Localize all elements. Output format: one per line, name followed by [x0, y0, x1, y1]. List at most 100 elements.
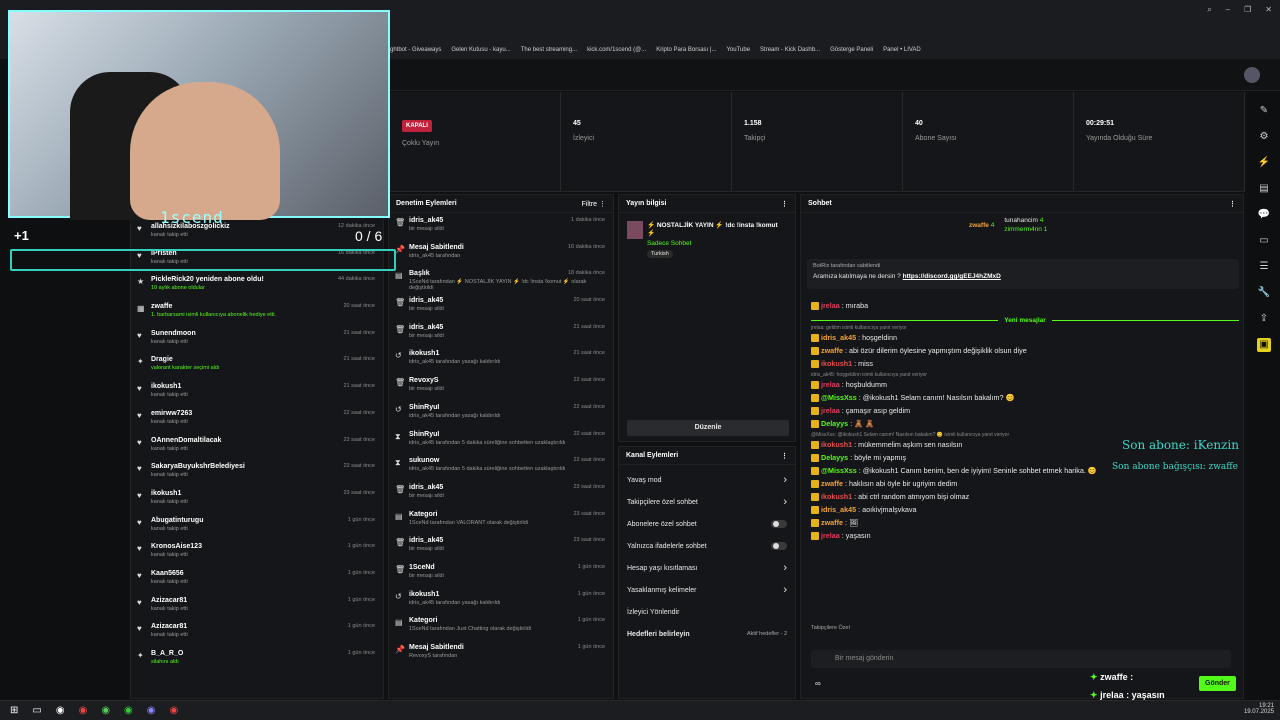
list-item[interactable]: 🗑 1SceNd bir mesajı sildi 1 gün önce: [389, 560, 613, 587]
chat-message[interactable]: jrelaa: çamaşır asıp geldim: [811, 404, 1239, 417]
chat-username[interactable]: jrelaa: [821, 301, 840, 310]
app-icon[interactable]: ◉: [170, 705, 179, 716]
clock[interactable]: 19:21 19.07.2025: [1244, 703, 1274, 715]
list-item[interactable]: ✦ B_A_R_O silahını aldı 1 gün önce: [131, 646, 383, 673]
list-item[interactable]: ▤ Başlık 1SceNd tarafından ⚡ NOSTALJİK YAY…: [389, 266, 613, 293]
share-icon[interactable]: ⇪: [1257, 312, 1271, 326]
list-icon[interactable]: ☰: [1257, 260, 1271, 274]
settings-icon[interactable]: ⚙: [1257, 130, 1271, 144]
points-indicator[interactable]: ∞: [815, 679, 821, 688]
taskbar-apps[interactable]: ⊞ ▭ ◉ ◉ ◉ ◉ ◉ ◉: [10, 705, 178, 716]
channel-action-item[interactable]: Takipçilere özel sohbet ›: [619, 491, 795, 513]
list-item[interactable]: ▤ Kategori 1SceNd tarafından Just Chatting…: [389, 613, 613, 640]
chat-username[interactable]: jrelaa: [821, 531, 840, 540]
list-item[interactable]: ⧗ sukunow idris_ak45 tarafından 5 dakika s…: [389, 453, 613, 480]
channel-action-item[interactable]: Hedefleri belirleyin Aktif hedefler - 2: [619, 623, 795, 645]
chat-username[interactable]: ikokush1: [821, 359, 852, 368]
bookmark-item[interactable]: ghtbot - Giveaways: [390, 47, 441, 53]
bolt-icon[interactable]: ⚡: [1257, 156, 1271, 170]
doc-icon[interactable]: ▤: [1257, 182, 1271, 196]
chat-message[interactable]: jrelaa: hoşbuldumm: [811, 378, 1239, 391]
bookmark-item[interactable]: Stream - Kick Dashb...: [760, 47, 820, 53]
list-item[interactable]: ♥ Abugatinturugu kanalı takip etti 1 gün ön…: [131, 513, 383, 540]
list-item[interactable]: ♥ SakaryaBuyukshrBelediyesi kanalı takip e…: [131, 459, 383, 486]
chat-message[interactable]: jrelaa: yaşasın: [811, 529, 1239, 542]
app-icon[interactable]: ◉: [147, 705, 156, 716]
list-item[interactable]: 📌 Mesaj Sabitlendi idris_ak45 tarafından 16…: [389, 240, 613, 267]
folder-icon[interactable]: ▭: [32, 705, 41, 716]
chat-username[interactable]: ikokush1: [821, 492, 852, 501]
list-item[interactable]: ✦ Dragie valorant karakter seçimi aldı 21 s…: [131, 352, 383, 379]
list-item[interactable]: ★ PickleRick20 yeniden abone oldu! 10 aylı…: [131, 272, 383, 299]
list-item[interactable]: ♥ ikokush1 kanalı takip etti 23 saat önce: [131, 486, 383, 513]
chat-username[interactable]: zwaffe: [821, 479, 843, 488]
chat-username[interactable]: jrelaa: [821, 380, 840, 389]
list-item[interactable]: 🗑 idris_ak45 bir mesajı sildi 23 saat önce: [389, 480, 613, 507]
channel-action-item[interactable]: Yalnızca ifadelerle sohbet: [619, 535, 795, 557]
chat-message[interactable]: ikokush1: abi ctrl random atmıyom bişi ol…: [811, 490, 1239, 503]
chat-username[interactable]: zwaffe: [821, 518, 843, 527]
chat-username[interactable]: Delayys: [821, 453, 848, 462]
avatar[interactable]: [1244, 67, 1260, 83]
list-item[interactable]: ♥ Kaan5656 kanalı takip etti 1 gün önce: [131, 566, 383, 593]
chat-username[interactable]: ikokush1: [821, 440, 852, 449]
start-icon[interactable]: ⊞: [10, 705, 18, 716]
list-item[interactable]: ♥ Azizacar81 kanalı takip etti 1 gün önce: [131, 593, 383, 620]
chat-username[interactable]: jrelaa: [821, 406, 840, 415]
app-icon[interactable]: ◉: [56, 705, 65, 716]
list-item[interactable]: 🗑 idris_ak45 bir mesajı sildi 21 saat önce: [389, 320, 613, 347]
list-item[interactable]: ♥ ikokush1 kanalı takip etti 21 saat önce: [131, 379, 383, 406]
list-item[interactable]: ♥ Azizacar81 kanalı takip etti 1 gün önce: [131, 619, 383, 646]
browser-icon[interactable]: ◉: [79, 705, 88, 716]
more-icon[interactable]: ⋮: [1229, 200, 1236, 208]
toggle-switch[interactable]: [771, 542, 787, 550]
edit-button[interactable]: Düzenle: [627, 420, 789, 436]
list-item[interactable]: ↺ ikokush1 idris_ak45 tarafından yasağı ka…: [389, 587, 613, 614]
list-item[interactable]: ♥ OAnnenDomaltilacak kanalı takip etti 23 s…: [131, 433, 383, 460]
bookmark-item[interactable]: Panel • LIVAD: [883, 47, 921, 53]
bookmark-item[interactable]: kick.com/1scend (@...: [587, 47, 646, 53]
channel-action-item[interactable]: Hesap yaşı kısıtlaması ›: [619, 557, 795, 579]
list-item[interactable]: ♥ Sunendmoon kanalı takip etti 21 saat önce: [131, 326, 383, 353]
list-item[interactable]: ▦ zwaffe 1. barbarsami isimli kullanıcıya …: [131, 299, 383, 326]
chat-message[interactable]: zwaffe: abi özür dilerim öylesine yapmışt…: [811, 344, 1239, 357]
bookmark-item[interactable]: Kripto Para Borsası |...: [656, 47, 716, 53]
chat-username[interactable]: @MissXss: [821, 393, 857, 402]
list-item[interactable]: 🗑 idris_ak45 bir mesajı sildi 20 saat önce: [389, 293, 613, 320]
more-icon[interactable]: ⋮: [781, 452, 788, 460]
bookmark-item[interactable]: YouTube: [726, 47, 750, 53]
pen-icon[interactable]: ✎: [1257, 104, 1271, 118]
pinned-link[interactable]: https://discord.gg/gEEJ4hZMxD: [903, 273, 1001, 280]
list-item[interactable]: 🗑 idris_ak45 bir mesajı sildi 1 dakika önce: [389, 213, 613, 240]
list-item[interactable]: 🗑 RevoxyS bir mesajı sildi 22 saat önce: [389, 373, 613, 400]
chat-username[interactable]: @MissXss: [821, 466, 857, 475]
chat-icon[interactable]: 💬: [1257, 208, 1271, 222]
chat-message[interactable]: ikokush1: miss: [811, 357, 1239, 370]
card-icon[interactable]: ▭: [1257, 234, 1271, 248]
channel-action-item[interactable]: Abonelere özel sohbet: [619, 513, 795, 535]
chat-username[interactable]: idris_ak45: [821, 333, 856, 342]
list-item[interactable]: ↺ ShinRyuI idris_ak45 tarafından yasağı ka…: [389, 400, 613, 427]
bookmark-item[interactable]: Gelen Kutusu - kayu...: [451, 47, 510, 53]
channel-action-item[interactable]: Yavaş mod ›: [619, 469, 795, 491]
wrench-icon[interactable]: 🔧: [1257, 286, 1271, 300]
chat-username[interactable]: zwaffe: [821, 346, 843, 355]
chat-username[interactable]: idris_ak45: [821, 505, 856, 514]
send-button[interactable]: Gönder: [1199, 676, 1236, 691]
toggle-switch[interactable]: [771, 520, 787, 528]
chat-message[interactable]: zwaffe: 🖼: [811, 516, 1239, 529]
channel-action-item[interactable]: İzleyici Yönlendir: [619, 601, 795, 623]
list-item[interactable]: ⧗ ShinRyuI idris_ak45 tarafından 5 dakika …: [389, 427, 613, 454]
list-item[interactable]: 📌 Mesaj Sabitlendi RevoxyS tarafından 1 gün…: [389, 640, 613, 667]
chat-message[interactable]: idris_ak45: aoıkivjmalşvkava: [811, 503, 1239, 516]
bookmark-item[interactable]: Gösterge Paneli: [830, 47, 873, 53]
list-item[interactable]: ♥ emirww7263 kanalı takip etti 22 saat önce: [131, 406, 383, 433]
list-item[interactable]: ↺ ikokush1 idris_ak45 tarafından yasağı ka…: [389, 346, 613, 373]
chat-input[interactable]: Bir mesaj gönderin: [811, 650, 1231, 668]
highlight-icon[interactable]: ▣: [1257, 338, 1271, 352]
list-item[interactable]: ▤ Kategori 1SceNd tarafından VALORANT olar…: [389, 507, 613, 534]
bookmark-item[interactable]: The best streaming...: [521, 47, 577, 53]
app-icon[interactable]: ◉: [101, 705, 110, 716]
window-controls[interactable]: ⌕ – ❐ ✕: [1207, 5, 1272, 15]
list-item[interactable]: ♥ KronosAise123 kanalı takip etti 1 gün önc…: [131, 539, 383, 566]
